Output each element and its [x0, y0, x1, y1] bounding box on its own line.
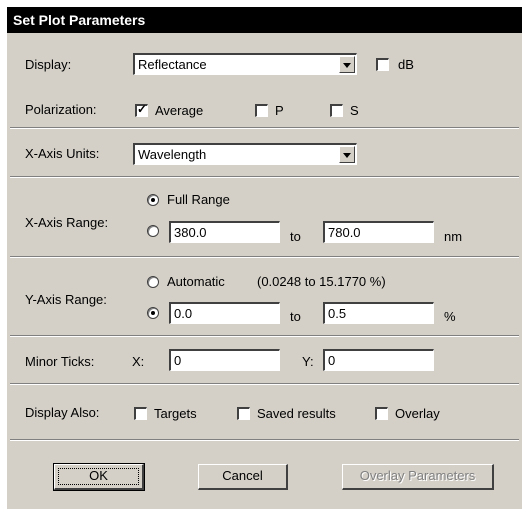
y-range-from-field[interactable]: 0.0 [169, 302, 280, 324]
y-range-to-field[interactable]: 0.5 [323, 302, 434, 324]
y-custom-range-radio[interactable] [147, 307, 159, 319]
x-custom-range-radio[interactable] [147, 225, 159, 237]
s-label: S [350, 103, 359, 118]
x-range-from-field[interactable]: 380.0 [169, 221, 280, 243]
y-range-unit-label: % [444, 309, 456, 324]
automatic-label: Automatic [167, 274, 225, 289]
cancel-button[interactable]: Cancel [198, 464, 288, 490]
minor-ticks-y-label: Y: [302, 354, 314, 369]
focus-rectangle [58, 468, 139, 485]
db-label: dB [398, 57, 414, 72]
x-range-to-field[interactable]: 780.0 [323, 221, 434, 243]
x-full-range-radio[interactable] [147, 194, 159, 206]
average-label: Average [155, 103, 204, 118]
overlay-checkbox[interactable] [375, 407, 388, 420]
checkmark-icon: ✓ [137, 102, 148, 116]
p-label: P [275, 103, 284, 118]
y-automatic-radio[interactable] [147, 276, 159, 288]
s-checkbox[interactable] [330, 104, 343, 117]
display-select[interactable]: Reflectance [133, 53, 357, 75]
p-checkbox[interactable] [255, 104, 268, 117]
overlay-parameters-label: Overlay Parameters [359, 468, 476, 483]
automatic-range-info: (0.0248 to 15.1770 %) [257, 274, 386, 289]
x-axis-units-value: Wavelength [138, 147, 207, 162]
y-axis-range-label: Y-Axis Range: [25, 292, 107, 307]
x-axis-units-select[interactable]: Wavelength [133, 143, 357, 165]
display-select-value: Reflectance [138, 57, 207, 72]
radio-dot-icon [151, 198, 155, 202]
dialog-title: Set Plot Parameters [7, 7, 522, 33]
separator [10, 439, 519, 441]
separator [10, 176, 519, 178]
separator [10, 383, 519, 385]
average-checkbox[interactable]: ✓ [135, 102, 148, 117]
separator [10, 335, 519, 337]
x-range-to-label: to [290, 229, 301, 244]
cancel-button-label: Cancel [222, 468, 263, 483]
full-range-label: Full Range [167, 192, 230, 207]
set-plot-parameters-dialog: Set Plot Parameters Display: Reflectance… [7, 7, 522, 509]
chevron-down-icon[interactable] [339, 146, 355, 163]
overlay-label: Overlay [395, 406, 440, 421]
display-also-label: Display Also: [25, 405, 100, 420]
display-label: Display: [25, 57, 72, 72]
targets-checkbox[interactable] [134, 407, 147, 420]
separator [10, 256, 519, 258]
x-range-unit-label: nm [444, 229, 463, 244]
polarization-label: Polarization: [25, 102, 97, 117]
minor-ticks-y-field[interactable]: 0 [323, 349, 434, 371]
minor-ticks-label: Minor Ticks: [25, 354, 95, 369]
overlay-parameters-button[interactable]: Overlay Parameters [342, 464, 494, 490]
minor-ticks-x-field[interactable]: 0 [169, 349, 280, 371]
x-axis-units-label: X-Axis Units: [25, 146, 100, 161]
saved-results-checkbox[interactable] [237, 407, 250, 420]
targets-label: Targets [154, 406, 197, 421]
chevron-down-icon[interactable] [339, 56, 355, 73]
x-axis-range-label: X-Axis Range: [25, 215, 109, 230]
minor-ticks-x-label: X: [132, 354, 145, 369]
saved-results-label: Saved results [257, 406, 336, 421]
db-checkbox[interactable] [376, 58, 389, 71]
separator [10, 127, 519, 129]
ok-button[interactable]: OK [53, 463, 145, 491]
y-range-to-label: to [290, 309, 301, 324]
radio-dot-icon [151, 311, 155, 315]
